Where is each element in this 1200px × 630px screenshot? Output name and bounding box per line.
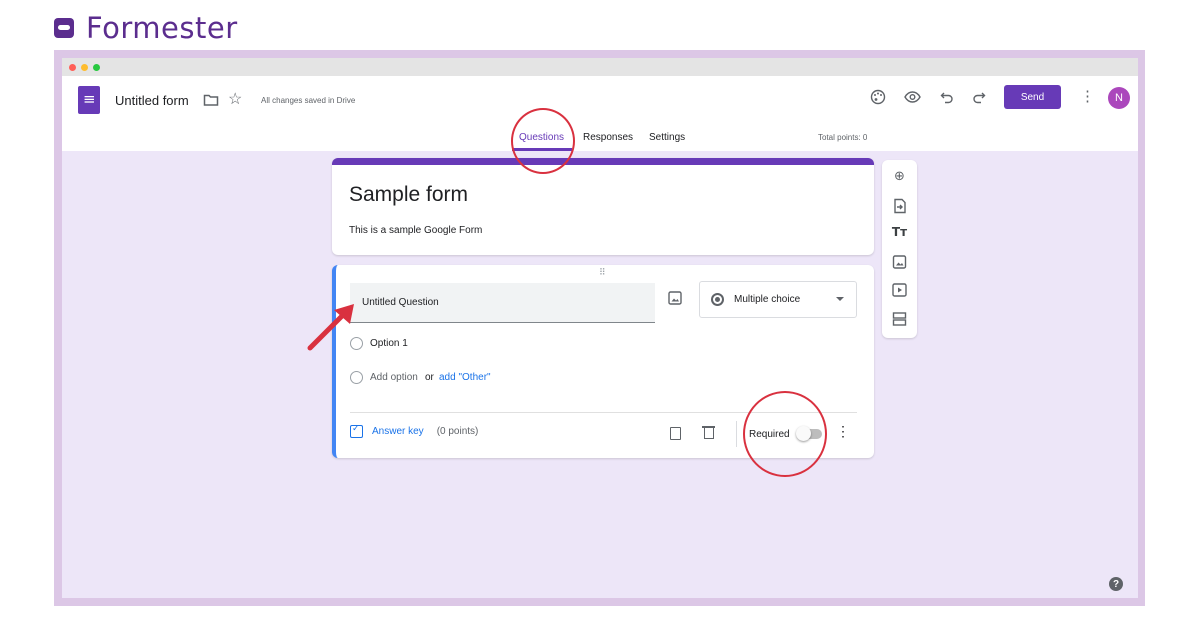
add-other-link[interactable]: add "Other" (439, 372, 491, 383)
total-points: Total points: 0 (818, 133, 868, 142)
more-vertical-icon[interactable]: ⋮ (1080, 87, 1095, 105)
card-more-icon[interactable]: ⋮ (836, 423, 850, 440)
question-points: (0 points) (436, 426, 479, 437)
forms-app-icon[interactable] (78, 86, 100, 114)
add-section-icon[interactable] (891, 312, 908, 326)
save-status: All changes saved in Drive (261, 96, 356, 105)
option-1-label[interactable]: Option 1 (370, 338, 408, 349)
required-toggle-highlight (743, 391, 827, 477)
palette-icon[interactable] (870, 89, 886, 105)
or-text: or (425, 372, 434, 383)
delete-icon[interactable] (702, 426, 715, 439)
avatar[interactable]: N (1108, 87, 1130, 109)
footer-separator (736, 421, 737, 447)
preview-eye-icon[interactable] (904, 90, 921, 104)
folder-icon[interactable] (203, 92, 219, 108)
send-button[interactable]: Send (1004, 85, 1061, 109)
duplicate-icon[interactable] (670, 427, 681, 440)
add-question-icon[interactable]: ⊕ (891, 169, 908, 184)
add-image-icon[interactable] (891, 255, 908, 269)
browser-window: Untitled form ☆ All changes saved in Dri… (62, 58, 1138, 598)
add-image-icon[interactable] (668, 291, 682, 305)
chevron-down-icon (836, 297, 844, 301)
help-icon[interactable]: ? (1109, 577, 1123, 591)
question-type-label: Multiple choice (734, 294, 801, 305)
formester-logo-icon (54, 18, 74, 38)
tab-settings[interactable]: Settings (649, 132, 685, 143)
question-title-text: Untitled Question (362, 297, 439, 308)
window-titlebar (62, 58, 1138, 76)
minimize-window-dot[interactable] (81, 64, 88, 71)
maximize-window-dot[interactable] (93, 64, 100, 71)
star-icon[interactable]: ☆ (228, 89, 242, 109)
doc-title[interactable]: Untitled form (115, 93, 189, 108)
form-title-card: Sample form This is a sample Google Form (332, 158, 874, 255)
add-video-icon[interactable] (891, 283, 908, 297)
annotation-arrow-icon (307, 304, 354, 351)
answer-key-label: Answer key (372, 426, 424, 437)
forms-header: Untitled form ☆ All changes saved in Dri… (62, 76, 1138, 151)
question-type-select[interactable]: Multiple choice (699, 281, 857, 318)
add-title-icon[interactable]: Tт (891, 225, 908, 239)
import-questions-icon[interactable] (891, 198, 908, 214)
brand-name: Formester (86, 11, 238, 45)
close-window-dot[interactable] (69, 64, 76, 71)
radio-button-icon (711, 293, 724, 306)
redo-icon[interactable] (972, 90, 986, 104)
brand-header: Formester (54, 10, 238, 46)
answer-key-icon (350, 423, 363, 438)
side-toolbar: ⊕ Tт (882, 160, 917, 338)
form-description[interactable]: This is a sample Google Form (349, 225, 482, 236)
questions-tab-highlight (511, 108, 575, 174)
drag-handle-icon[interactable]: ⠿ (599, 267, 607, 278)
undo-icon[interactable] (940, 90, 954, 104)
question-title-input[interactable]: Untitled Question (350, 283, 655, 323)
tab-responses[interactable]: Responses (583, 132, 633, 143)
answer-key-button[interactable]: Answer key (0 points) (350, 423, 479, 438)
form-title[interactable]: Sample form (349, 183, 468, 207)
add-option-link[interactable]: Add option (370, 372, 418, 383)
add-option-radio-icon (350, 371, 363, 384)
